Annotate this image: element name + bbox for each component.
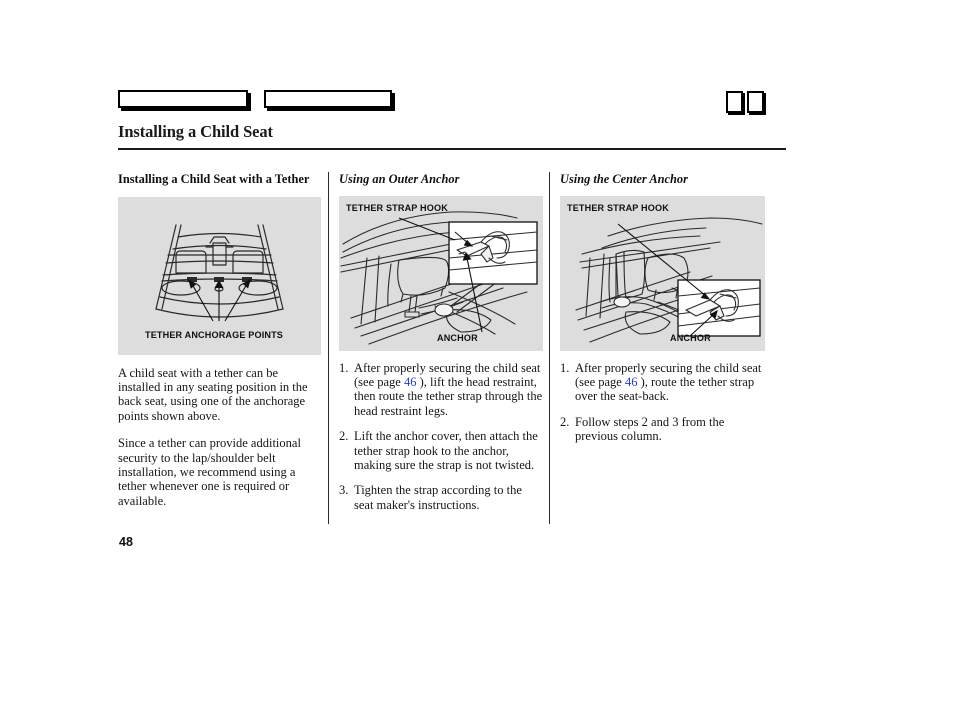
- figure-caption-tether-strap-hook-right: TETHER STRAP HOOK: [567, 202, 669, 213]
- page-marker-icon-2[interactable]: [747, 91, 764, 113]
- outer-anchor-illustration: [340, 210, 538, 345]
- section-heading-left: Installing a Child Seat with a Tether: [118, 172, 310, 186]
- column-left: Installing a Child Seat with a Tether TE…: [118, 172, 321, 521]
- paragraph-left-2: Since a tether can provide additional se…: [118, 436, 301, 508]
- column-middle: Using an Outer Anchor TETHER STRAP HOOK …: [339, 172, 543, 523]
- steps-list-middle: After properly securing the child seat (…: [339, 361, 543, 513]
- paragraph-left-1: A child seat with a tether can be instal…: [118, 365, 308, 423]
- manual-page: Installing a Child Seat Installing a Chi…: [0, 0, 954, 710]
- column-divider-left: [328, 172, 329, 524]
- step-item: After properly securing the child seat (…: [560, 361, 765, 404]
- title-rule: [118, 148, 786, 150]
- section-heading-middle: Using an Outer Anchor: [339, 172, 460, 186]
- figure-caption-anchor-middle: ANCHOR: [437, 332, 478, 343]
- figure-caption-anchor-right: ANCHOR: [670, 332, 711, 343]
- step-item: Lift the anchor cover, then attach the t…: [339, 429, 543, 472]
- page-marker-icon-1[interactable]: [726, 91, 743, 113]
- header-tab-2[interactable]: [264, 90, 392, 108]
- steps-list-right: After properly securing the child seat (…: [560, 361, 765, 444]
- rear-seat-tether-anchorage-diagram: TETHER ANCHORAGE POINTS: [118, 196, 321, 355]
- header-tab-1[interactable]: [118, 90, 248, 108]
- step-item: Follow steps 2 and 3 from the previous c…: [560, 415, 765, 444]
- page-title: Installing a Child Seat: [118, 122, 273, 141]
- column-divider-right: [549, 172, 550, 524]
- column-right: Using the Center Anchor TETHER STRAP HOO…: [560, 172, 765, 455]
- step-text: Lift the anchor cover, then attach the t…: [354, 429, 538, 472]
- section-heading-right: Using the Center Anchor: [560, 172, 688, 186]
- outer-anchor-diagram: TETHER STRAP HOOK ANCHOR: [339, 195, 543, 351]
- page-reference-link[interactable]: 46: [404, 375, 417, 389]
- center-anchor-diagram: TETHER STRAP HOOK ANCHOR: [560, 195, 765, 351]
- step-text: Tighten the strap according to the seat …: [354, 483, 522, 512]
- step-text: Follow steps 2 and 3 from the previous c…: [575, 414, 725, 444]
- page-number: 48: [119, 535, 133, 549]
- center-anchor-illustration: [575, 216, 763, 343]
- step-item: After properly securing the child seat (…: [339, 361, 543, 419]
- page-reference-link[interactable]: 46: [625, 375, 638, 389]
- figure-caption-tether-strap-hook-middle: TETHER STRAP HOOK: [346, 202, 448, 213]
- figure-caption-tether-anchorage-points: TETHER ANCHORAGE POINTS: [145, 329, 284, 340]
- step-item: Tighten the strap according to the seat …: [339, 483, 543, 512]
